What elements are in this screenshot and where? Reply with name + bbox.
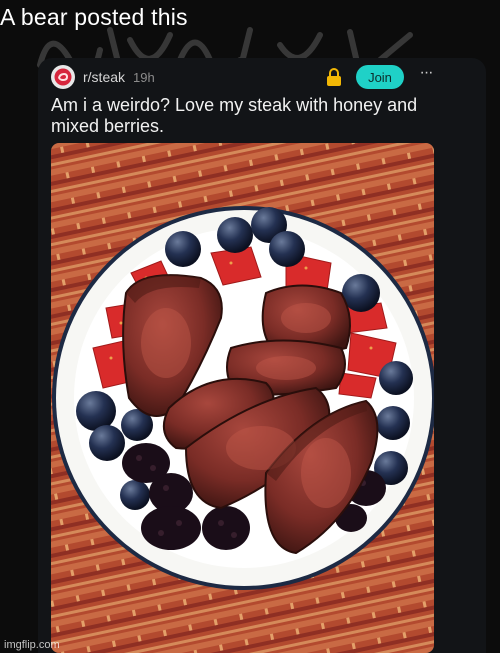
watermark: imgflip.com	[4, 639, 60, 651]
more-icon[interactable]: ···	[415, 64, 437, 88]
join-button[interactable]: Join	[356, 65, 404, 89]
steak-icon[interactable]	[51, 65, 75, 89]
subreddit-name[interactable]: r/steak	[83, 69, 125, 85]
post-timestamp: 19h	[133, 69, 155, 85]
post-header: r/steak 19h Join ···	[51, 64, 441, 90]
steak-berries-photo	[51, 143, 434, 653]
post-title[interactable]: Am i a weirdo? Love my steak with honey …	[51, 95, 451, 137]
post-image[interactable]	[51, 143, 434, 653]
lock-icon	[327, 68, 341, 86]
